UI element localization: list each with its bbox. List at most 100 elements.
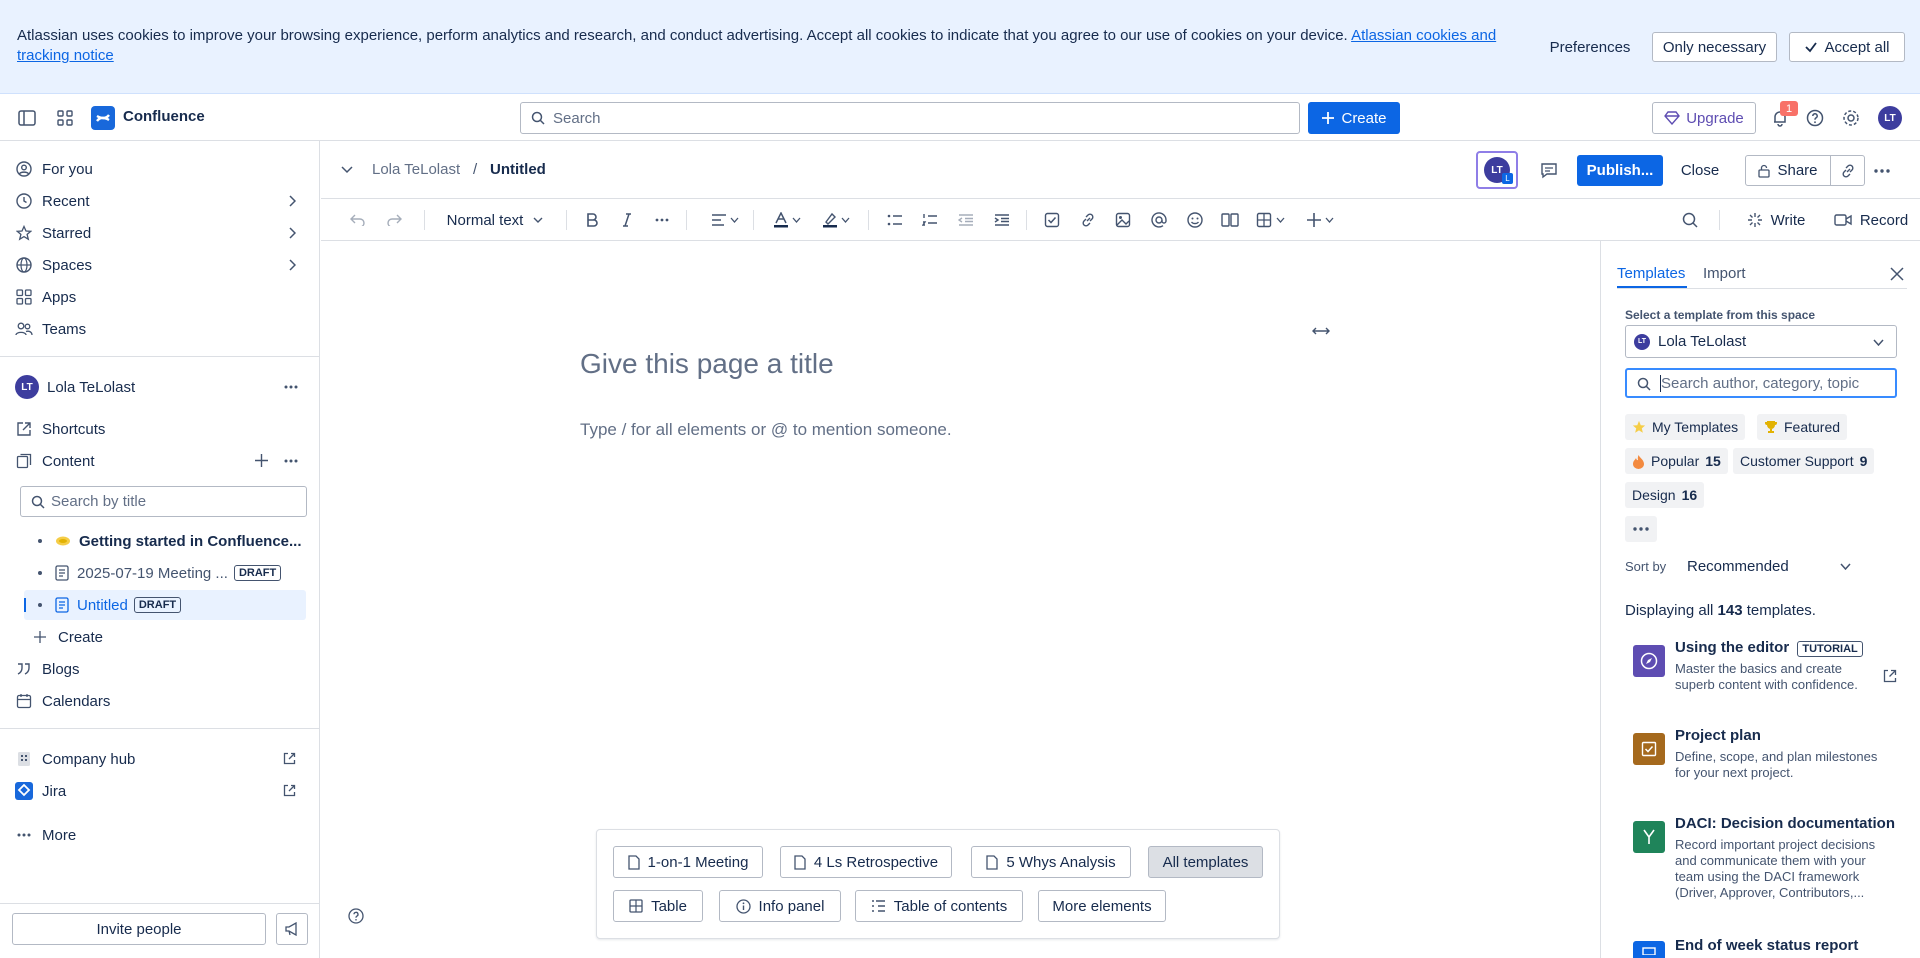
tree-item-untitled[interactable]: Untitled DRAFT [24, 590, 306, 620]
create-button[interactable]: Create [1308, 102, 1400, 134]
all-templates-button[interactable]: All templates [1148, 846, 1263, 878]
tree-create-button[interactable]: Create [30, 622, 322, 652]
template-card-daci[interactable]: DACI: Decision documentation Record impo… [1627, 815, 1907, 911]
alignment-dropdown[interactable] [707, 207, 743, 233]
text-color-dropdown[interactable] [770, 207, 804, 233]
find-search-icon[interactable] [1677, 207, 1703, 233]
template-card-status-report[interactable]: End of week status report [1627, 937, 1907, 958]
insert-dropdown[interactable] [1302, 207, 1338, 233]
page-title-input[interactable]: Give this page a title [580, 348, 834, 380]
filter-chip-popular[interactable]: Popular 15 [1625, 448, 1728, 474]
cookie-accept-all-button[interactable]: Accept all [1789, 32, 1905, 62]
megaphone-icon[interactable] [276, 913, 308, 945]
tree-item-getting-started[interactable]: Getting started in Confluence... [24, 526, 306, 556]
sidebar-item-calendars[interactable]: Calendars [14, 686, 306, 716]
insert-toc-button[interactable]: Table of contents [855, 890, 1023, 922]
filter-chip-my-templates[interactable]: My Templates [1625, 414, 1746, 440]
settings-gear-icon[interactable] [1840, 108, 1862, 128]
more-horizontal-icon[interactable] [1874, 169, 1890, 173]
indent-icon[interactable] [990, 207, 1014, 233]
numbered-list-icon[interactable] [918, 207, 942, 233]
invite-people-button[interactable]: Invite people [12, 913, 266, 945]
publish-button[interactable]: Publish... [1577, 155, 1663, 186]
add-content-plus-icon[interactable] [255, 454, 268, 467]
link-icon[interactable] [1076, 207, 1100, 233]
full-width-toggle-icon[interactable] [1312, 326, 1330, 336]
template-card-project-plan[interactable]: Project plan Define, scope, and plan mil… [1627, 727, 1907, 803]
external-link-icon[interactable] [1883, 669, 1897, 683]
more-formatting-icon[interactable] [649, 207, 675, 233]
sidebar-item-jira[interactable]: Jira [14, 776, 306, 806]
collaborator-avatar-group[interactable]: LT L [1476, 151, 1518, 189]
breadcrumb-page[interactable]: Untitled [490, 161, 546, 178]
sidebar-item-spaces[interactable]: Spaces [14, 250, 306, 280]
mention-icon[interactable] [1147, 207, 1171, 233]
layouts-icon[interactable] [1218, 207, 1242, 233]
breadcrumb-space[interactable]: Lola TeLolast [372, 161, 460, 178]
highlight-dropdown[interactable] [819, 207, 853, 233]
app-switcher-icon[interactable] [52, 108, 78, 128]
content-search-input[interactable]: Search by title [20, 486, 307, 517]
space-select-dropdown[interactable]: LT Lola TeLolast [1625, 325, 1897, 358]
record-button[interactable]: Record [1831, 207, 1911, 233]
write-ai-button[interactable]: Write [1741, 207, 1811, 233]
redo-icon[interactable] [383, 207, 405, 233]
task-checkbox-icon[interactable] [1040, 207, 1064, 233]
text-style-dropdown[interactable]: Normal text [438, 207, 552, 233]
help-icon[interactable] [1804, 108, 1826, 128]
sidebar-item-teams[interactable]: Teams [14, 314, 306, 344]
sidebar-item-apps[interactable]: Apps [14, 282, 306, 312]
global-search-input[interactable]: Search [520, 102, 1300, 134]
template-search-input[interactable]: Search author, category, topic [1625, 368, 1897, 398]
more-horizontal-icon[interactable] [284, 459, 298, 463]
cookie-only-necessary-button[interactable]: Only necessary [1652, 32, 1777, 62]
comment-icon[interactable] [1537, 159, 1561, 181]
sidebar-item-company-hub[interactable]: Company hub [14, 744, 306, 774]
confluence-logo-icon[interactable] [91, 106, 115, 130]
upgrade-button[interactable]: Upgrade [1652, 102, 1756, 134]
sidebar-item-blogs[interactable]: Blogs [14, 654, 306, 684]
emoji-icon[interactable] [1183, 207, 1207, 233]
more-filters-button[interactable] [1625, 516, 1657, 542]
template-card-using-editor[interactable]: Using the editor TUTORIAL Master the bas… [1627, 639, 1907, 715]
filter-chip-featured[interactable]: Featured [1757, 414, 1848, 440]
user-avatar[interactable]: LT [1878, 106, 1902, 130]
cookie-preferences-button[interactable]: Preferences [1540, 32, 1640, 62]
sidebar-item-starred[interactable]: Starred [14, 218, 306, 248]
sidebar-item-content[interactable]: Content [14, 446, 306, 476]
sidebar-item-recent[interactable]: Recent [14, 186, 306, 216]
close-button[interactable]: Close [1675, 155, 1725, 186]
sidebar-toggle-icon[interactable] [14, 108, 40, 128]
close-icon[interactable] [1890, 267, 1904, 281]
filter-chip-design[interactable]: Design 16 [1625, 482, 1705, 508]
share-button[interactable]: Share [1746, 156, 1830, 185]
sidebar-item-for-you[interactable]: For you [14, 154, 306, 184]
template-1on1-button[interactable]: 1-on-1 Meeting [613, 846, 763, 878]
help-circle-icon[interactable] [348, 908, 364, 924]
more-elements-button[interactable]: More elements [1038, 890, 1166, 922]
italic-icon[interactable] [614, 207, 640, 233]
image-icon[interactable] [1111, 207, 1135, 233]
insert-info-panel-button[interactable]: Info panel [719, 890, 841, 922]
insert-table-button[interactable]: Table [613, 890, 703, 922]
table-dropdown[interactable] [1251, 207, 1289, 233]
more-horizontal-icon[interactable] [284, 385, 298, 389]
chevron-down-icon[interactable] [341, 166, 353, 174]
template-4ls-button[interactable]: 4 Ls Retrospective [780, 846, 952, 878]
copy-link-icon[interactable] [1831, 156, 1865, 185]
template-5whys-button[interactable]: 5 Whys Analysis [971, 846, 1131, 878]
sidebar-item-shortcuts[interactable]: Shortcuts [14, 414, 306, 444]
sort-dropdown[interactable]: Recommended [1681, 553, 1861, 579]
outdent-icon[interactable] [954, 207, 978, 233]
tree-item-meeting[interactable]: 2025-07-19 Meeting ... DRAFT [24, 558, 306, 588]
undo-icon[interactable] [347, 207, 369, 233]
sidebar-item-more[interactable]: More [14, 820, 306, 850]
filter-chip-customer-support[interactable]: Customer Support 9 [1733, 448, 1875, 474]
bold-icon[interactable] [579, 207, 605, 233]
bullet-list-icon[interactable] [883, 207, 907, 233]
space-header[interactable]: LT Lola TeLolast [14, 372, 306, 402]
app-name[interactable]: Confluence [123, 108, 205, 125]
page-body-input[interactable]: Type / for all elements or @ to mention … [580, 420, 952, 440]
tab-templates[interactable]: Templates [1617, 265, 1685, 282]
tab-import[interactable]: Import [1703, 265, 1746, 282]
